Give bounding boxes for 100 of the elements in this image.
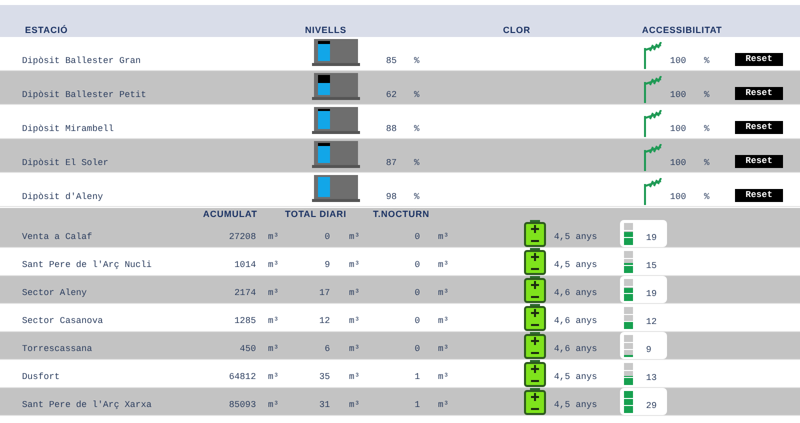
access-unit: % — [704, 124, 710, 135]
acumulat-value: 64812 — [228, 372, 256, 383]
reset-button[interactable]: Reset — [735, 53, 783, 66]
acumulat-value: 85093 — [228, 400, 256, 411]
nocturn-value: 1 — [414, 400, 420, 411]
station-name: Dipòsit El Soler — [22, 158, 110, 169]
unit-label: m³ — [268, 316, 280, 327]
unit-label: m³ — [268, 232, 280, 243]
signal-value: 13 — [646, 373, 657, 384]
level-unit: % — [414, 56, 420, 67]
battery-life: 4,6 anys — [554, 288, 598, 299]
tank-gauge — [312, 107, 360, 135]
acumulat-value: 27208 — [228, 232, 256, 243]
battery-icon — [524, 388, 546, 415]
unit-label: m³ — [349, 316, 361, 327]
unit-label: m³ — [438, 316, 450, 327]
access-unit: % — [704, 56, 710, 67]
station-name: Dipòsit Ballester Gran — [22, 56, 142, 67]
level-value: 98 — [386, 192, 398, 203]
battery-icon — [524, 248, 546, 275]
battery-icon — [524, 304, 546, 331]
level-unit: % — [414, 158, 420, 169]
battery-life: 4,5 anys — [554, 260, 598, 271]
unit-label: m³ — [268, 288, 280, 299]
unit-label: m³ — [438, 400, 450, 411]
station-name: Dipòsit d'Aleny — [22, 192, 104, 203]
signal-value: 29 — [646, 401, 657, 412]
access-value: 100 — [670, 90, 688, 101]
battery-icon — [524, 276, 546, 303]
column-header: NIVELLS — [305, 24, 348, 36]
meter-name: Sant Pere de l'Arç Xarxa — [22, 400, 153, 411]
column-header: ESTACIÓ — [25, 24, 69, 36]
station-name: Dipòsit Ballester Petit — [22, 90, 148, 101]
meter-name: Sant Pere de l'Arç Nucli — [22, 260, 153, 271]
meter-name: Sector Casanova — [22, 316, 104, 327]
reset-button[interactable]: Reset — [735, 155, 783, 168]
reset-button[interactable]: Reset — [735, 87, 783, 100]
access-unit: % — [704, 90, 710, 101]
meter-name: Sector Aleny — [22, 288, 88, 299]
access-value: 100 — [670, 192, 688, 203]
column-header: ACCESSIBILITAT — [642, 24, 724, 36]
level-value: 62 — [386, 90, 398, 101]
unit-label: m³ — [438, 232, 450, 243]
column-header: TOTAL DIARI — [285, 208, 348, 220]
total-value: 35 — [318, 372, 330, 383]
unit-label: m³ — [438, 260, 450, 271]
access-unit: % — [704, 158, 710, 169]
meter-name: Dusfort — [22, 372, 61, 383]
nocturn-value: 1 — [414, 372, 420, 383]
acumulat-value: 1285 — [233, 316, 256, 327]
total-value: 0 — [324, 232, 330, 243]
total-value: 12 — [318, 316, 330, 327]
meter-name: Venta a Calaf — [22, 232, 94, 243]
antenna-icon — [642, 178, 662, 206]
battery-life: 4,6 anys — [554, 316, 598, 327]
level-value: 88 — [386, 124, 398, 135]
access-value: 100 — [670, 124, 688, 135]
total-value: 17 — [318, 288, 330, 299]
total-value: 6 — [324, 344, 330, 355]
battery-life: 4,5 anys — [554, 372, 598, 383]
unit-label: m³ — [349, 400, 361, 411]
unit-label: m³ — [349, 344, 361, 355]
tank-gauge — [312, 141, 360, 169]
acumulat-value: 2174 — [233, 288, 256, 299]
unit-label: m³ — [268, 344, 280, 355]
reset-button[interactable]: Reset — [735, 121, 783, 134]
column-header: CLOR — [503, 24, 532, 36]
battery-icon — [524, 220, 546, 247]
tank-gauge — [312, 39, 360, 67]
unit-label: m³ — [349, 288, 361, 299]
reset-button[interactable]: Reset — [735, 189, 783, 202]
tank-gauge — [312, 73, 360, 101]
signal-value: 9 — [646, 345, 652, 356]
unit-label: m³ — [438, 372, 450, 383]
antenna-icon — [642, 76, 662, 104]
level-unit: % — [414, 124, 420, 135]
meter-name: Torrescassana — [22, 344, 94, 355]
unit-label: m³ — [438, 344, 450, 355]
antenna-icon — [642, 144, 662, 172]
battery-life: 4,5 anys — [554, 400, 598, 411]
tank-gauge — [312, 175, 360, 203]
unit-label: m³ — [349, 260, 361, 271]
signal-value: 12 — [646, 317, 657, 328]
access-value: 100 — [670, 56, 688, 67]
acumulat-value: 1014 — [233, 260, 256, 271]
level-value: 85 — [386, 56, 398, 67]
unit-label: m³ — [268, 372, 280, 383]
level-unit: % — [414, 90, 420, 101]
acumulat-value: 450 — [238, 344, 256, 355]
battery-life: 4,6 anys — [554, 344, 598, 355]
signal-value: 19 — [646, 289, 657, 300]
nocturn-value: 0 — [414, 316, 420, 327]
unit-label: m³ — [349, 372, 361, 383]
nocturn-value: 0 — [414, 232, 420, 243]
total-value: 31 — [318, 400, 330, 411]
nocturn-value: 0 — [414, 260, 420, 271]
antenna-icon — [642, 110, 662, 138]
column-header: T.NOCTURN — [373, 208, 430, 220]
station-name: Dipòsit Mirambell — [22, 124, 115, 135]
battery-icon — [524, 332, 546, 359]
